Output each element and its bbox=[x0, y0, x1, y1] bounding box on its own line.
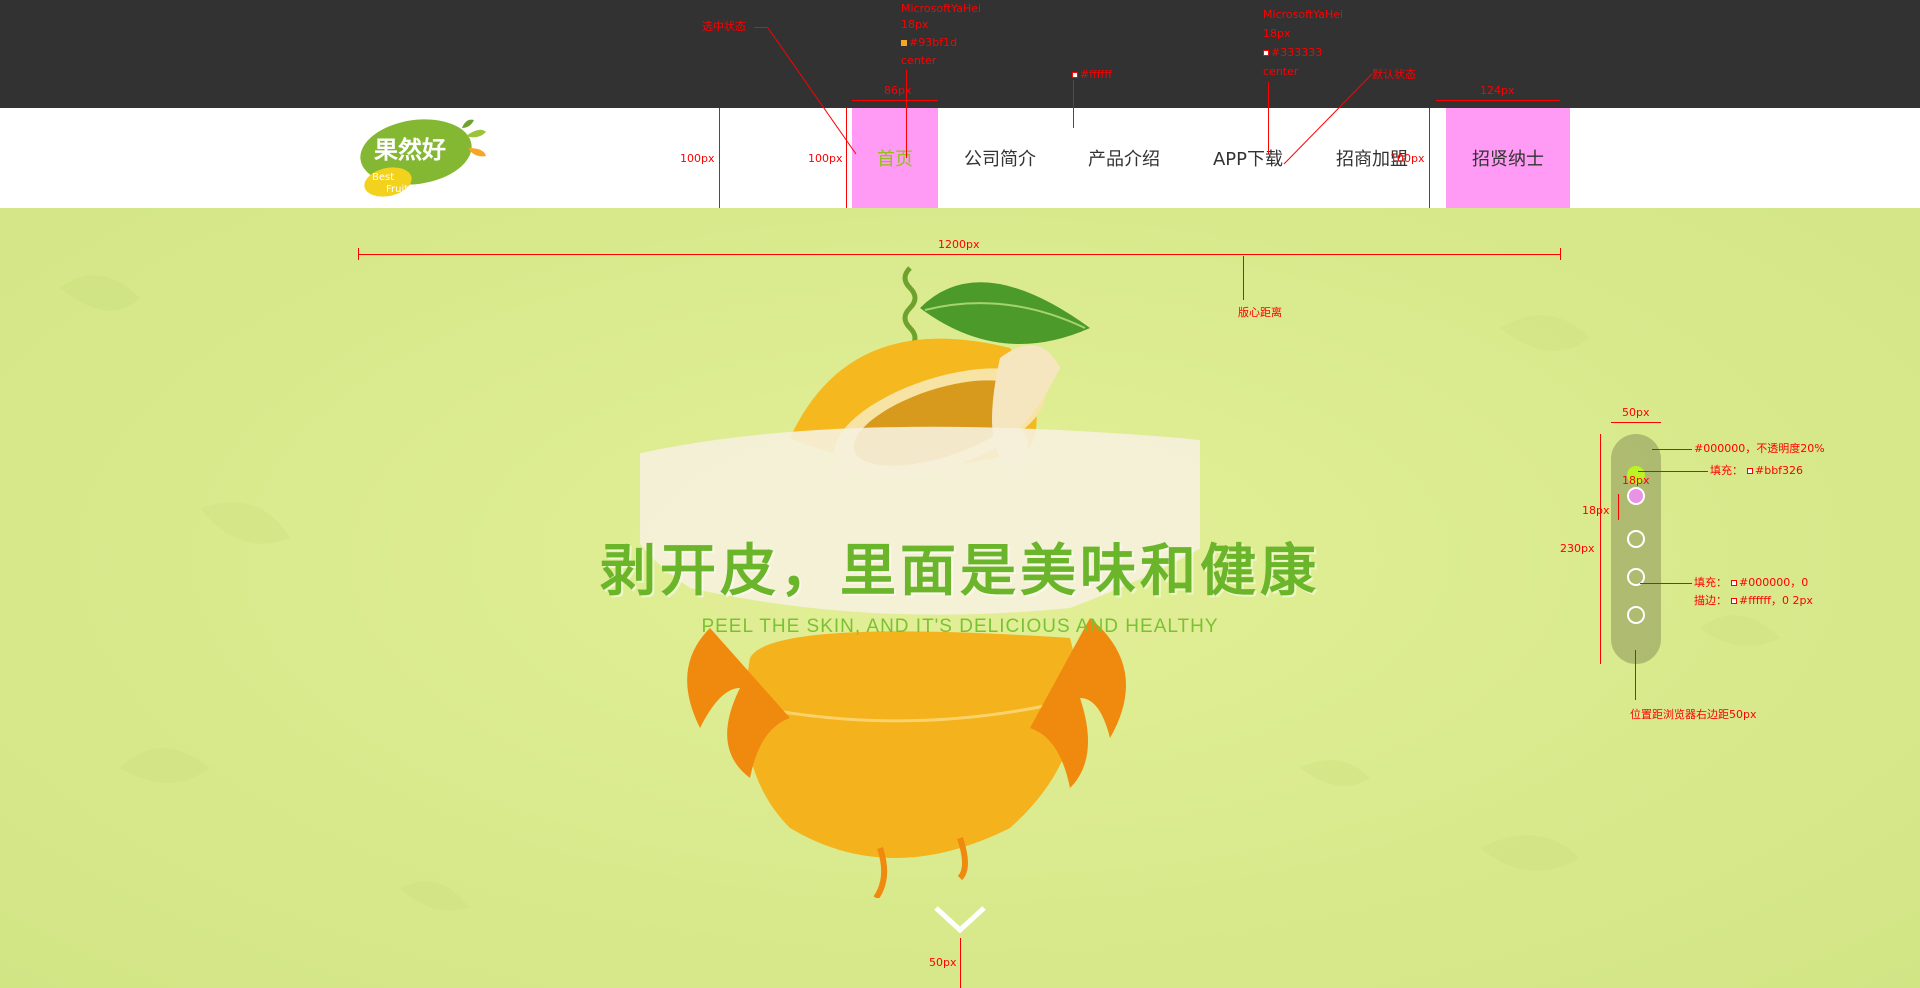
ann-line bbox=[1073, 80, 1074, 128]
ann-height-18: 18px bbox=[1582, 504, 1610, 517]
nav-item-home[interactable]: 首页 bbox=[852, 108, 938, 208]
ann-center-margin: 版心距离 bbox=[1238, 306, 1282, 319]
ann-height-100b: 100px bbox=[808, 152, 843, 165]
ann-line bbox=[1618, 494, 1619, 520]
ann-active-size: 18px bbox=[901, 18, 929, 31]
ann-line bbox=[719, 108, 720, 208]
ann-line bbox=[1243, 256, 1244, 300]
ann-fill-default: 填充： #000000，0 bbox=[1694, 576, 1809, 589]
ann-line bbox=[1600, 434, 1601, 664]
nav-item-products[interactable]: 产品介绍 bbox=[1062, 108, 1186, 208]
ann-height-100a: 100px bbox=[680, 152, 715, 165]
ann-line bbox=[1635, 650, 1636, 700]
ann-bottom-50: 50px bbox=[929, 956, 957, 969]
hero-subline: PEEL THE SKIN, AND IT'S DELICIOUS AND HE… bbox=[701, 616, 1219, 637]
ann-height-230: 230px bbox=[1560, 542, 1595, 555]
ann-line bbox=[1283, 73, 1373, 165]
ann-width-124: 124px bbox=[1480, 84, 1515, 97]
ann-line bbox=[1652, 449, 1692, 450]
nav-item-careers[interactable]: 招贤纳士 bbox=[1446, 108, 1570, 208]
ann-line bbox=[358, 248, 359, 260]
ann-line bbox=[1640, 583, 1692, 584]
svg-text:果然好: 果然好 bbox=[374, 136, 446, 164]
svg-text:Fruit: Fruit bbox=[386, 184, 408, 195]
ann-width-86: 86px bbox=[884, 84, 912, 97]
ann-selected-state: 选中状态 bbox=[702, 20, 746, 33]
svg-text:Best: Best bbox=[372, 172, 394, 183]
ann-line bbox=[767, 27, 857, 155]
ann-stroke-default: 描边： #ffffff，0 2px bbox=[1694, 594, 1813, 607]
slider-pagination bbox=[1611, 434, 1661, 664]
ann-line bbox=[1436, 100, 1560, 101]
ann-line bbox=[358, 254, 1560, 255]
brand-logo[interactable]: 果然好 Best Fruit bbox=[358, 116, 494, 200]
ann-line bbox=[846, 108, 847, 208]
nav-item-about[interactable]: 公司简介 bbox=[938, 108, 1062, 208]
ann-header-bg: #ffffff bbox=[1072, 66, 1112, 84]
ann-default-state: 默认状态 bbox=[1372, 68, 1416, 81]
hero-headline: 剥开皮，里面是美味和健康 bbox=[600, 539, 1320, 604]
ann-width-1200: 1200px bbox=[938, 238, 980, 251]
ann-default-size: 18px bbox=[1263, 27, 1291, 40]
ann-default-color: #333333 bbox=[1263, 44, 1322, 62]
ann-height-100c: 100px bbox=[1390, 152, 1425, 165]
ann-active-align: center bbox=[901, 54, 937, 67]
ann-line bbox=[1560, 248, 1561, 260]
main-nav: 首页 公司简介 产品介绍 APP下载 招商加盟 招贤纳士 bbox=[852, 108, 1570, 208]
ann-width-18: 18px bbox=[1622, 474, 1650, 487]
ann-line bbox=[852, 100, 938, 101]
ann-right-offset: 位置距浏览器右边距50px bbox=[1630, 708, 1757, 721]
slider-dot-5[interactable] bbox=[1627, 606, 1645, 624]
ann-default-font: MicrosoftYaHei bbox=[1263, 8, 1344, 21]
ann-line bbox=[1268, 82, 1269, 154]
ann-width-50: 50px bbox=[1622, 406, 1650, 419]
ann-fill-active: 填充： #bbf326 bbox=[1710, 464, 1804, 477]
ann-line bbox=[1429, 108, 1430, 208]
ann-active-color: #93bf1d bbox=[901, 34, 957, 52]
slider-dot-3[interactable] bbox=[1627, 530, 1645, 548]
scroll-down-icon[interactable] bbox=[932, 904, 988, 934]
ann-slider-bg: #000000，不透明度20% bbox=[1694, 442, 1825, 455]
ann-line bbox=[1611, 422, 1661, 423]
ann-line bbox=[960, 938, 961, 988]
